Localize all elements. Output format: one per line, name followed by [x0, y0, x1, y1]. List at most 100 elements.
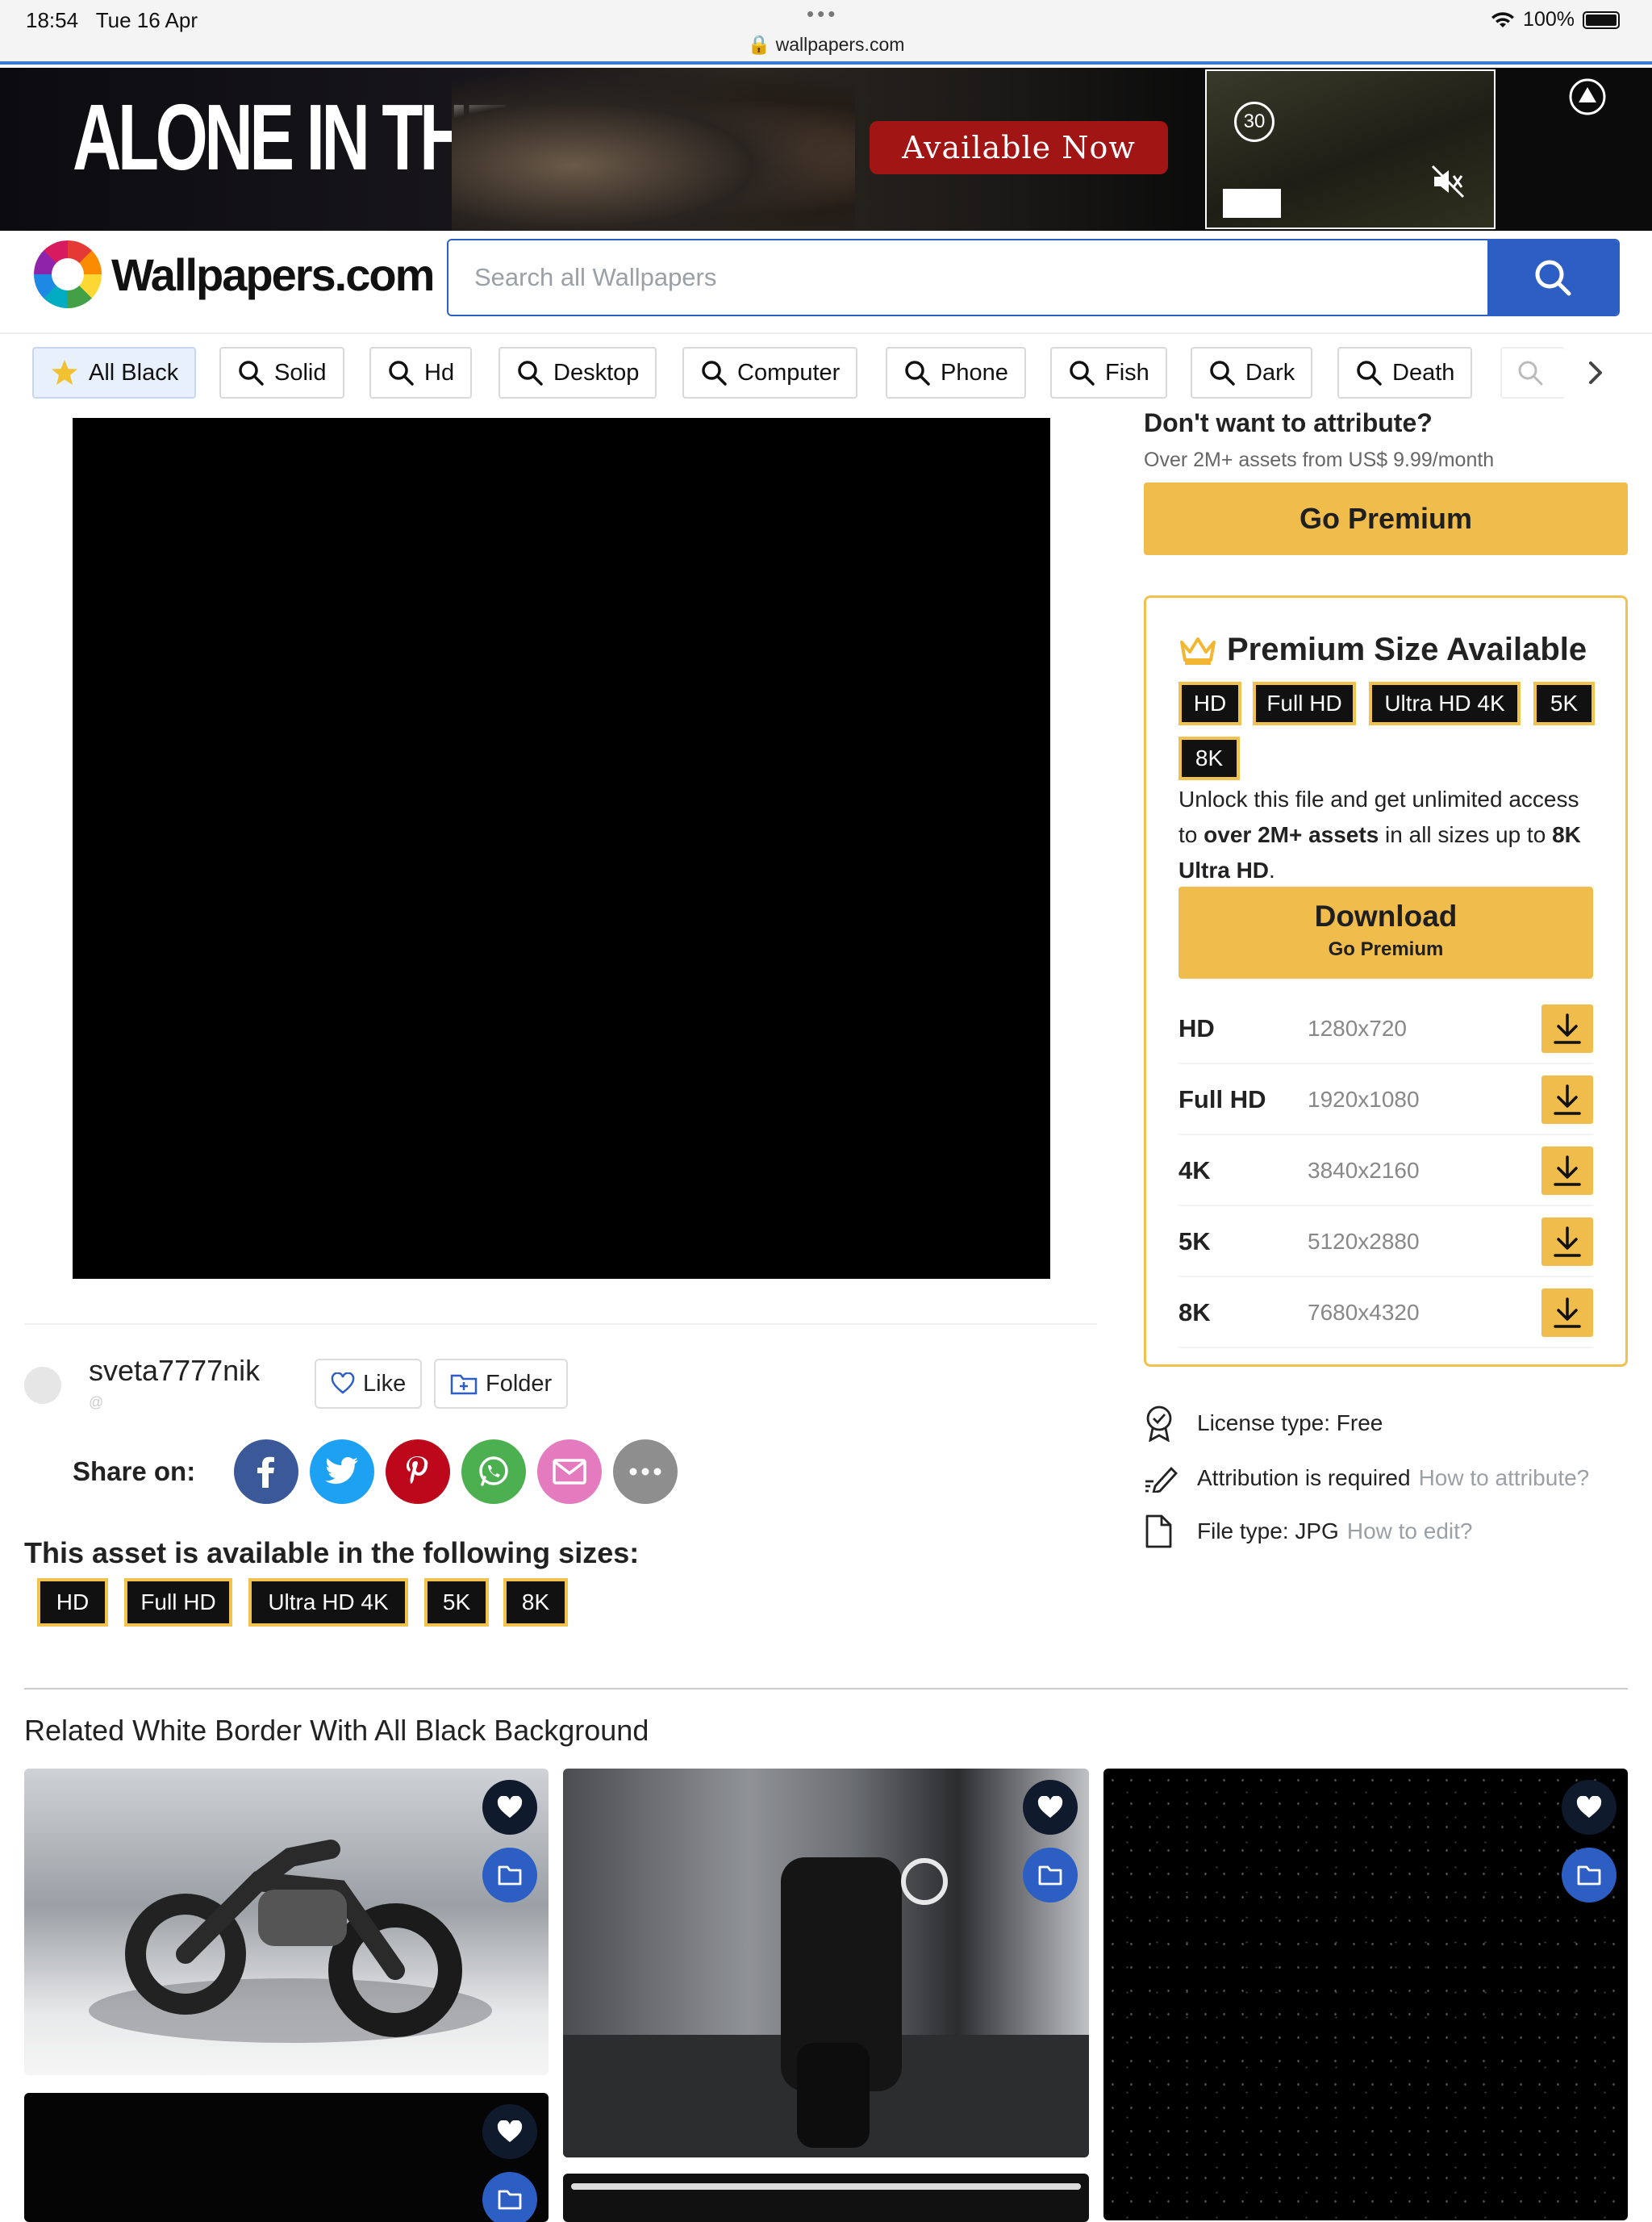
license-text: License type: Free: [1197, 1410, 1383, 1435]
site-header: Wallpapers.com: [0, 231, 1652, 334]
file-icon: [1145, 1514, 1172, 1548]
size-tag[interactable]: HD: [37, 1578, 108, 1627]
add-to-folder-button[interactable]: [1023, 1848, 1078, 1902]
chip-hd[interactable]: Hd: [369, 347, 473, 399]
premium-size-tag: HD: [1179, 682, 1241, 725]
ad-video[interactable]: 30: [1205, 69, 1496, 229]
download-icon: [1554, 1084, 1581, 1115]
download-size-button[interactable]: [1541, 1289, 1593, 1337]
download-icon: [1554, 1297, 1581, 1328]
related-wallpaper-card[interactable]: [24, 2093, 549, 2222]
chip-computer[interactable]: Computer: [682, 347, 858, 399]
chip-death[interactable]: Death: [1337, 347, 1473, 399]
size-tag[interactable]: 8K: [503, 1578, 568, 1627]
uploader-name[interactable]: sveta7777nik: [89, 1354, 260, 1388]
search-icon: [702, 361, 727, 386]
search-icon: [389, 361, 414, 386]
badge-icon: [1146, 1405, 1172, 1442]
favorite-button[interactable]: [482, 2104, 537, 2159]
browser-status-bar: 18:54 Tue 16 Apr ••• 🔒 wallpapers.com 10…: [0, 0, 1652, 65]
chip-all-black[interactable]: All Black: [32, 347, 197, 399]
download-icon: [1554, 1155, 1581, 1186]
chip-label: Phone: [941, 359, 1008, 386]
add-to-folder-button[interactable]: [482, 2172, 537, 2222]
share-label: Share on:: [73, 1456, 196, 1486]
download-size-button[interactable]: [1541, 1004, 1593, 1053]
heart-outline-icon: [331, 1372, 355, 1394]
whatsapp-share-button[interactable]: [461, 1439, 527, 1504]
search-icon: [1518, 361, 1543, 386]
related-wallpaper-card[interactable]: [563, 2174, 1089, 2222]
star-icon: [52, 360, 77, 385]
chip-solid[interactable]: Solid: [219, 347, 344, 399]
attribution-text: Attribution is required: [1197, 1465, 1411, 1490]
premium-download-button[interactable]: Download Go Premium: [1179, 887, 1593, 979]
search-icon: [1210, 361, 1235, 386]
search-bar: [447, 239, 1620, 316]
ad-banner[interactable]: ALONE IN THE DARK Available Now 30: [0, 68, 1652, 231]
how-to-edit-link[interactable]: How to edit?: [1347, 1518, 1473, 1544]
pinterest-share-button[interactable]: [386, 1439, 451, 1504]
add-to-folder-button[interactable]: [482, 1848, 537, 1902]
size-resolution: 1280x720: [1308, 1016, 1408, 1041]
folder-icon: [1577, 1865, 1601, 1886]
download-icon: [1554, 1013, 1581, 1044]
battery-icon: [1583, 10, 1620, 29]
related-wallpaper-card[interactable]: [24, 1769, 549, 2075]
size-tag[interactable]: Ultra HD 4K: [248, 1578, 408, 1627]
ad-choices-icon[interactable]: [1568, 77, 1607, 116]
search-icon: [905, 361, 930, 386]
favorite-button[interactable]: [1562, 1780, 1617, 1835]
wallpaper-preview[interactable]: [73, 418, 1050, 1279]
folder-icon: [498, 2190, 522, 2210]
size-tag[interactable]: 5K: [424, 1578, 489, 1627]
add-to-folder-button[interactable]: [1562, 1848, 1617, 1902]
download-size-button[interactable]: [1541, 1218, 1593, 1266]
chip-phone[interactable]: Phone: [886, 347, 1026, 399]
folder-button[interactable]: Folder: [434, 1359, 569, 1409]
search-button[interactable]: [1487, 240, 1618, 315]
chevron-right-icon[interactable]: [1581, 358, 1608, 387]
related-wallpaper-card[interactable]: [563, 1769, 1089, 2157]
ad-cta-button[interactable]: Available Now: [870, 121, 1168, 174]
chip-fish[interactable]: Fish: [1050, 347, 1167, 399]
site-logo[interactable]: Wallpapers.com: [34, 240, 435, 308]
related-wallpaper-card[interactable]: [1103, 1769, 1628, 2220]
filetype-info: File type: JPG How to edit?: [1144, 1509, 1472, 1554]
twitter-share-button[interactable]: [310, 1439, 375, 1504]
like-button[interactable]: Like: [315, 1359, 423, 1409]
folder-icon: [498, 1865, 522, 1886]
folder-label: Folder: [486, 1370, 553, 1397]
attribution-question: Don't want to attribute?: [1144, 408, 1433, 437]
how-to-attribute-link[interactable]: How to attribute?: [1419, 1465, 1590, 1491]
chip-desktop[interactable]: Desktop: [499, 347, 657, 399]
mute-icon[interactable]: [1429, 163, 1466, 200]
address-bar[interactable]: 🔒 wallpapers.com: [0, 34, 1652, 56]
size-name: 5K: [1179, 1227, 1211, 1255]
size-name: Full HD: [1179, 1085, 1266, 1113]
facebook-share-button[interactable]: [234, 1439, 299, 1504]
chip-overflow[interactable]: [1500, 347, 1565, 399]
ad-artwork: [452, 68, 855, 231]
search-input[interactable]: [448, 240, 1487, 315]
status-time: 18:54 Tue 16 Apr: [26, 8, 198, 32]
size-tag[interactable]: Full HD: [124, 1578, 232, 1627]
size-resolution: 1920x1080: [1308, 1087, 1420, 1112]
favorite-button[interactable]: [482, 1780, 537, 1835]
crown-icon: [1180, 637, 1216, 665]
chip-label: Dark: [1245, 359, 1295, 386]
avatar[interactable]: [24, 1367, 61, 1404]
download-size-button[interactable]: [1541, 1147, 1593, 1195]
chip-label: Solid: [274, 359, 327, 386]
more-share-button[interactable]: [613, 1439, 678, 1504]
go-premium-button[interactable]: Go Premium: [1144, 482, 1628, 555]
search-icon: [239, 361, 264, 386]
download-size-button[interactable]: [1541, 1075, 1593, 1124]
favorite-button[interactable]: [1023, 1780, 1078, 1835]
search-icon: [518, 361, 543, 386]
battery-percent: 100%: [1523, 8, 1575, 31]
chip-dark[interactable]: Dark: [1191, 347, 1313, 399]
tab-dots-icon[interactable]: •••: [807, 2, 838, 27]
email-share-button[interactable]: [537, 1439, 603, 1504]
premium-size-row: Full HD 1920x1080: [1179, 1064, 1593, 1135]
